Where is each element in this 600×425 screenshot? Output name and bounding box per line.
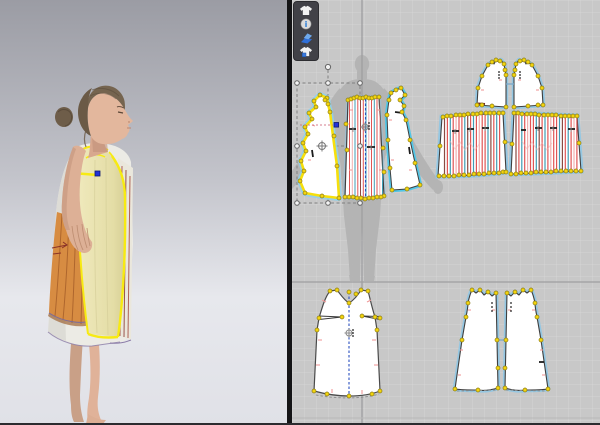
- 3d-background: [0, 0, 287, 425]
- garment-design-app: i: [0, 0, 600, 425]
- 2d-toolbar: i: [293, 1, 319, 61]
- selected-point-2d[interactable]: [334, 123, 339, 128]
- 3d-scene: [0, 0, 287, 425]
- piece-skirt-left[interactable]: [438, 110, 506, 178]
- fabric-swatch-icon[interactable]: [296, 32, 316, 44]
- garment-texture-icon[interactable]: [296, 46, 316, 58]
- piece-front-center[interactable]: [345, 96, 384, 200]
- pattern-info-icon[interactable]: i: [296, 18, 316, 30]
- info-icon-glyph: i: [305, 19, 308, 29]
- 2d-pattern-viewport[interactable]: i: [292, 0, 600, 425]
- 3d-garment-viewport[interactable]: [0, 0, 287, 425]
- piece-dress-front[interactable]: [314, 290, 380, 398]
- 2d-pattern-canvas[interactable]: [292, 0, 600, 425]
- selected-point-3d[interactable]: [95, 171, 100, 176]
- show-3d-garment-icon[interactable]: [296, 4, 316, 16]
- rotate-handle[interactable]: [325, 64, 330, 69]
- piece-skirt-right[interactable]: [511, 110, 581, 176]
